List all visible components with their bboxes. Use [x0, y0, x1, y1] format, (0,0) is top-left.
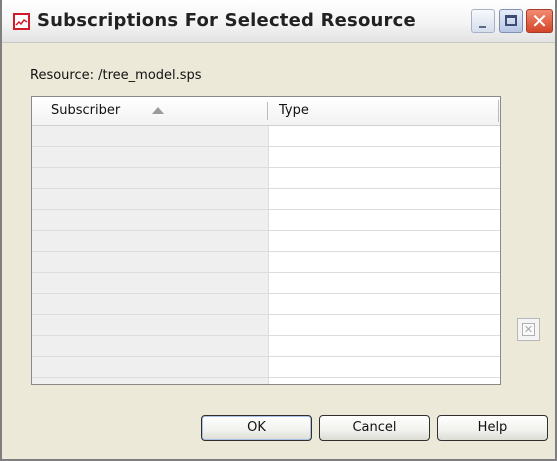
table-row[interactable]: [32, 315, 500, 336]
resource-line: Resource: /tree_model.sps: [30, 68, 202, 83]
subscriber-cell: [32, 315, 268, 336]
subscriber-cell: [32, 357, 268, 378]
subscriber-cell: [32, 378, 268, 384]
table-row[interactable]: [32, 189, 500, 210]
table-row[interactable]: [32, 126, 500, 147]
type-cell: [268, 315, 500, 336]
table-row[interactable]: [32, 294, 500, 315]
type-cell: [268, 189, 500, 210]
column-header-type-label: Type: [279, 103, 309, 118]
table-row[interactable]: [32, 252, 500, 273]
resource-label: Resource:: [30, 68, 94, 83]
type-cell: [268, 231, 500, 252]
table-row[interactable]: [32, 357, 500, 378]
column-header-subscriber-label: Subscriber: [51, 103, 121, 118]
type-cell: [268, 147, 500, 168]
table-row[interactable]: [32, 210, 500, 231]
type-cell: [268, 357, 500, 378]
sort-ascending-icon: [152, 107, 164, 114]
remove-subscription-button[interactable]: ✕: [517, 318, 540, 341]
maximize-button[interactable]: [499, 9, 523, 33]
type-cell: [268, 273, 500, 294]
close-icon: ✕: [531, 9, 548, 33]
subscriber-cell: [32, 210, 268, 231]
subscriber-cell: [32, 126, 268, 147]
title-bar[interactable]: Subscriptions For Selected Resource ✕: [2, 0, 555, 43]
ok-button[interactable]: OK: [201, 415, 312, 441]
subscriber-cell: [32, 147, 268, 168]
dialog-window: Subscriptions For Selected Resource ✕ Re…: [0, 0, 557, 461]
subscriber-cell: [32, 168, 268, 189]
resource-path: /tree_model.sps: [98, 68, 202, 83]
column-header-subscriber[interactable]: Subscriber: [32, 97, 267, 125]
type-cell: [268, 252, 500, 273]
type-cell: [268, 336, 500, 357]
subscriptions-table[interactable]: Subscriber Type: [31, 96, 501, 385]
subscriber-cell: [32, 294, 268, 315]
table-header: Subscriber Type: [32, 97, 500, 126]
subscriber-cell: [32, 252, 268, 273]
type-cell: [268, 126, 500, 147]
table-row[interactable]: [32, 336, 500, 357]
delete-icon: ✕: [522, 323, 535, 336]
subscriber-cell: [32, 189, 268, 210]
type-cell: [268, 210, 500, 231]
subscriber-cell: [32, 273, 268, 294]
type-cell: [268, 168, 500, 189]
cancel-button[interactable]: Cancel: [319, 415, 430, 441]
maximize-icon: [505, 15, 517, 26]
table-row[interactable]: [32, 147, 500, 168]
subscriber-cell: [32, 231, 268, 252]
type-cell: [268, 294, 500, 315]
type-cell: [268, 378, 500, 384]
minimize-icon: [479, 26, 486, 28]
subscriber-cell: [32, 336, 268, 357]
window-title: Subscriptions For Selected Resource: [37, 10, 416, 31]
table-row[interactable]: [32, 168, 500, 189]
table-body[interactable]: [32, 126, 500, 384]
help-button[interactable]: Help: [437, 415, 548, 441]
column-end-divider: [498, 100, 499, 122]
close-button[interactable]: ✕: [526, 9, 553, 33]
minimize-button[interactable]: [471, 9, 495, 33]
column-header-type[interactable]: Type: [268, 97, 498, 125]
table-row[interactable]: [32, 378, 500, 384]
table-row[interactable]: [32, 231, 500, 252]
table-row[interactable]: [32, 273, 500, 294]
app-chart-icon: [13, 13, 30, 30]
